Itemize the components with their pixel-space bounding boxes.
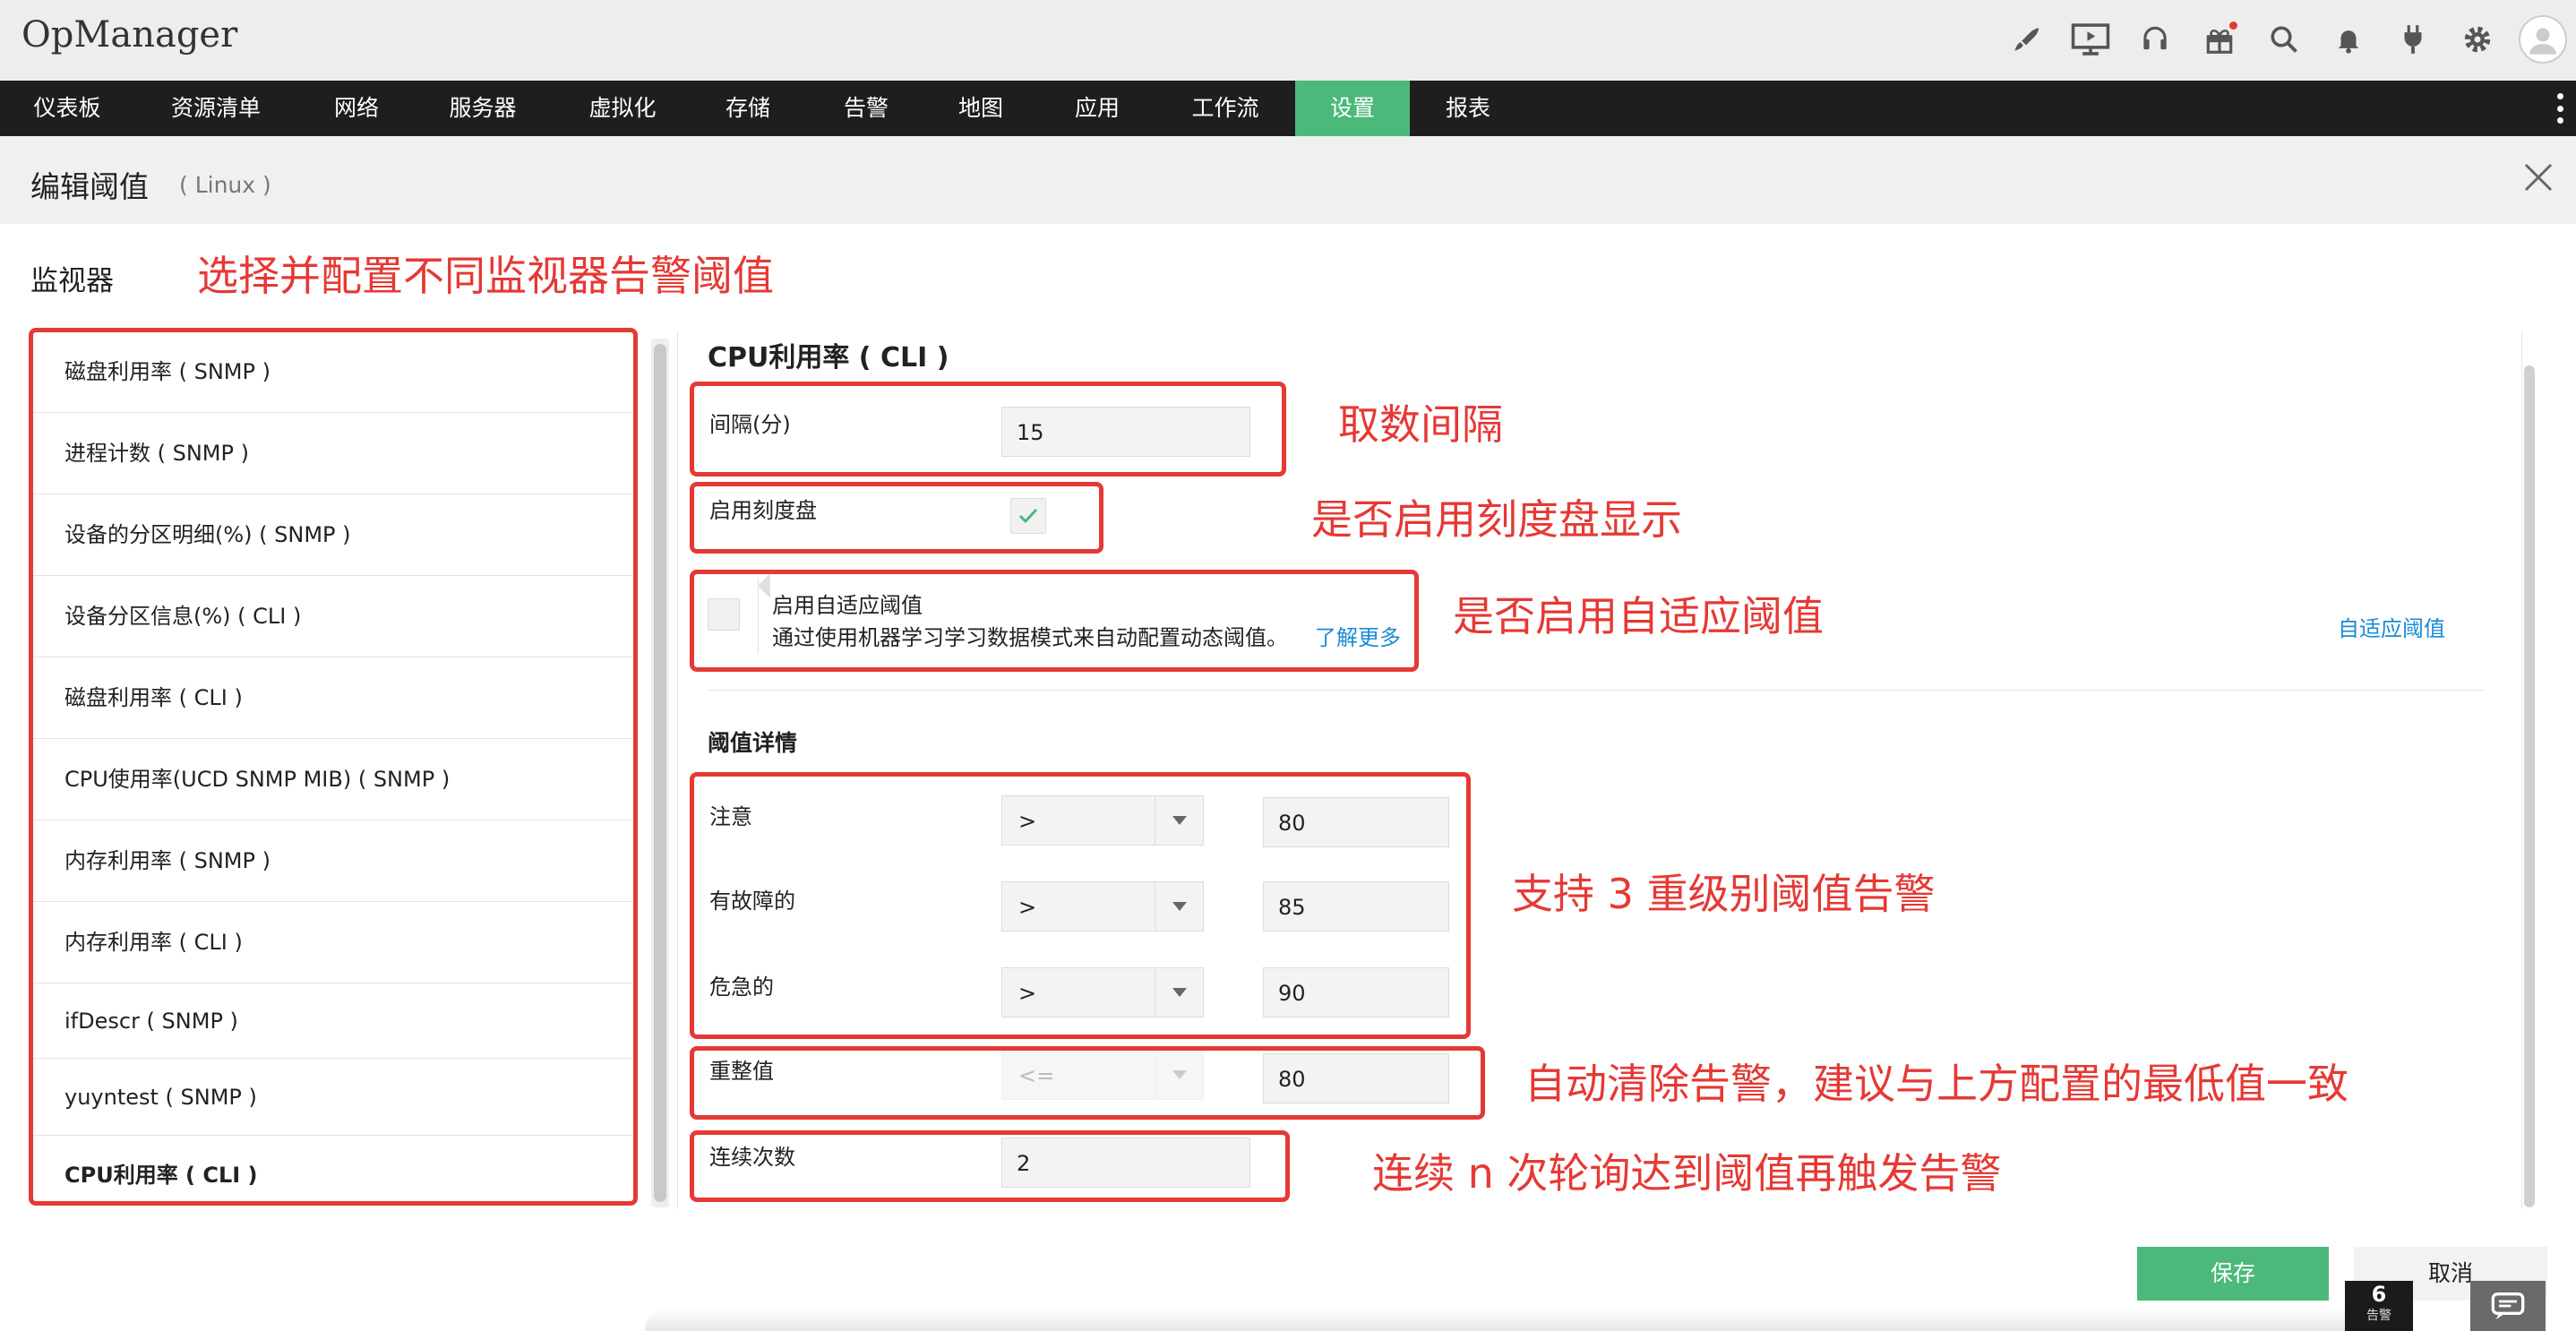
nav-dashboard[interactable]: 仪表板 (0, 81, 134, 136)
monitors-title: 监视器 (30, 265, 114, 297)
nav-alarms[interactable]: 告警 (815, 81, 917, 136)
nav-reports[interactable]: 报表 (1412, 81, 1524, 136)
monitor-form-title: CPU利用率 ( CLI ) (708, 342, 949, 374)
nav-servers[interactable]: 服务器 (428, 81, 537, 136)
annotation-thresholds: 支持 3 重级别阈值告警 (1512, 870, 1936, 918)
threshold-panel-scrollbar[interactable] (2524, 365, 2535, 1207)
app-logo[interactable]: OpManager (21, 14, 237, 56)
dialog-title: 编辑阈值 (30, 169, 149, 204)
adaptive-threshold-link[interactable]: 自适应阈值 (2338, 611, 2445, 642)
annotation-consecutive: 连续 n 次轮询达到阈值再触发告警 (1372, 1149, 2002, 1198)
save-button[interactable]: 保存 (2137, 1247, 2329, 1301)
annotation-box-rearm (690, 1046, 1485, 1120)
alarm-badge[interactable]: 6 告警 (2345, 1281, 2413, 1331)
top-icons (1994, 11, 2576, 68)
annotation-box-monitor-list (29, 328, 638, 1206)
nav-maps[interactable]: 地图 (932, 81, 1030, 136)
monitor-list-scrollbar[interactable] (651, 339, 669, 1207)
annotation-monitors: 选择并配置不同监视器告警阈值 (197, 252, 774, 300)
gift-icon[interactable] (2187, 11, 2252, 68)
bell-icon[interactable] (2316, 11, 2381, 68)
chat-icon[interactable] (2470, 1281, 2546, 1331)
dialog-subtitle: ( Linux ) (179, 172, 271, 198)
plug-icon[interactable] (2381, 11, 2445, 68)
bottom-shadow (645, 1308, 2383, 1331)
annotation-box-adaptive (690, 570, 1419, 672)
nav-virtualization[interactable]: 虚拟化 (568, 81, 677, 136)
close-icon[interactable] (2519, 159, 2558, 199)
nav-workflow[interactable]: 工作流 (1168, 81, 1283, 136)
annotation-box-consecutive (690, 1130, 1290, 1202)
nav-inventory[interactable]: 资源清单 (152, 81, 279, 136)
rocket-icon[interactable] (1994, 11, 2058, 68)
nav-settings[interactable]: 设置 (1295, 81, 1410, 136)
presentation-icon[interactable] (2058, 11, 2123, 68)
more-menu-icon[interactable] (2556, 93, 2563, 124)
gear-icon[interactable] (2445, 11, 2510, 68)
annotation-interval: 取数间隔 (1338, 400, 1503, 449)
nav-storage[interactable]: 存储 (699, 81, 797, 136)
annotation-box-dial (690, 482, 1103, 554)
headset-icon[interactable] (2123, 11, 2187, 68)
top-bar: OpManager (0, 0, 2576, 81)
annotation-box-interval (690, 382, 1286, 477)
section-divider (708, 690, 2485, 691)
annotation-adaptive: 是否启用自适应阈值 (1453, 592, 1824, 640)
threshold-details-title: 阈值详情 (708, 730, 798, 756)
annotation-rearm: 自动清除告警，建议与上方配置的最低值一致 (1524, 1060, 2348, 1108)
annotation-dial: 是否启用刻度盘显示 (1311, 495, 1682, 544)
search-icon[interactable] (2252, 11, 2316, 68)
annotation-box-thresholds (690, 772, 1471, 1039)
dialog-header: 编辑阈值 ( Linux ) (0, 136, 2576, 224)
user-avatar-icon[interactable] (2519, 15, 2567, 64)
main-nav: 仪表板 资源清单 网络 服务器 虚拟化 存储 告警 地图 应用 工作流 设置 报… (0, 81, 2576, 136)
nav-apps[interactable]: 应用 (1048, 81, 1146, 136)
nav-network[interactable]: 网络 (299, 81, 414, 136)
